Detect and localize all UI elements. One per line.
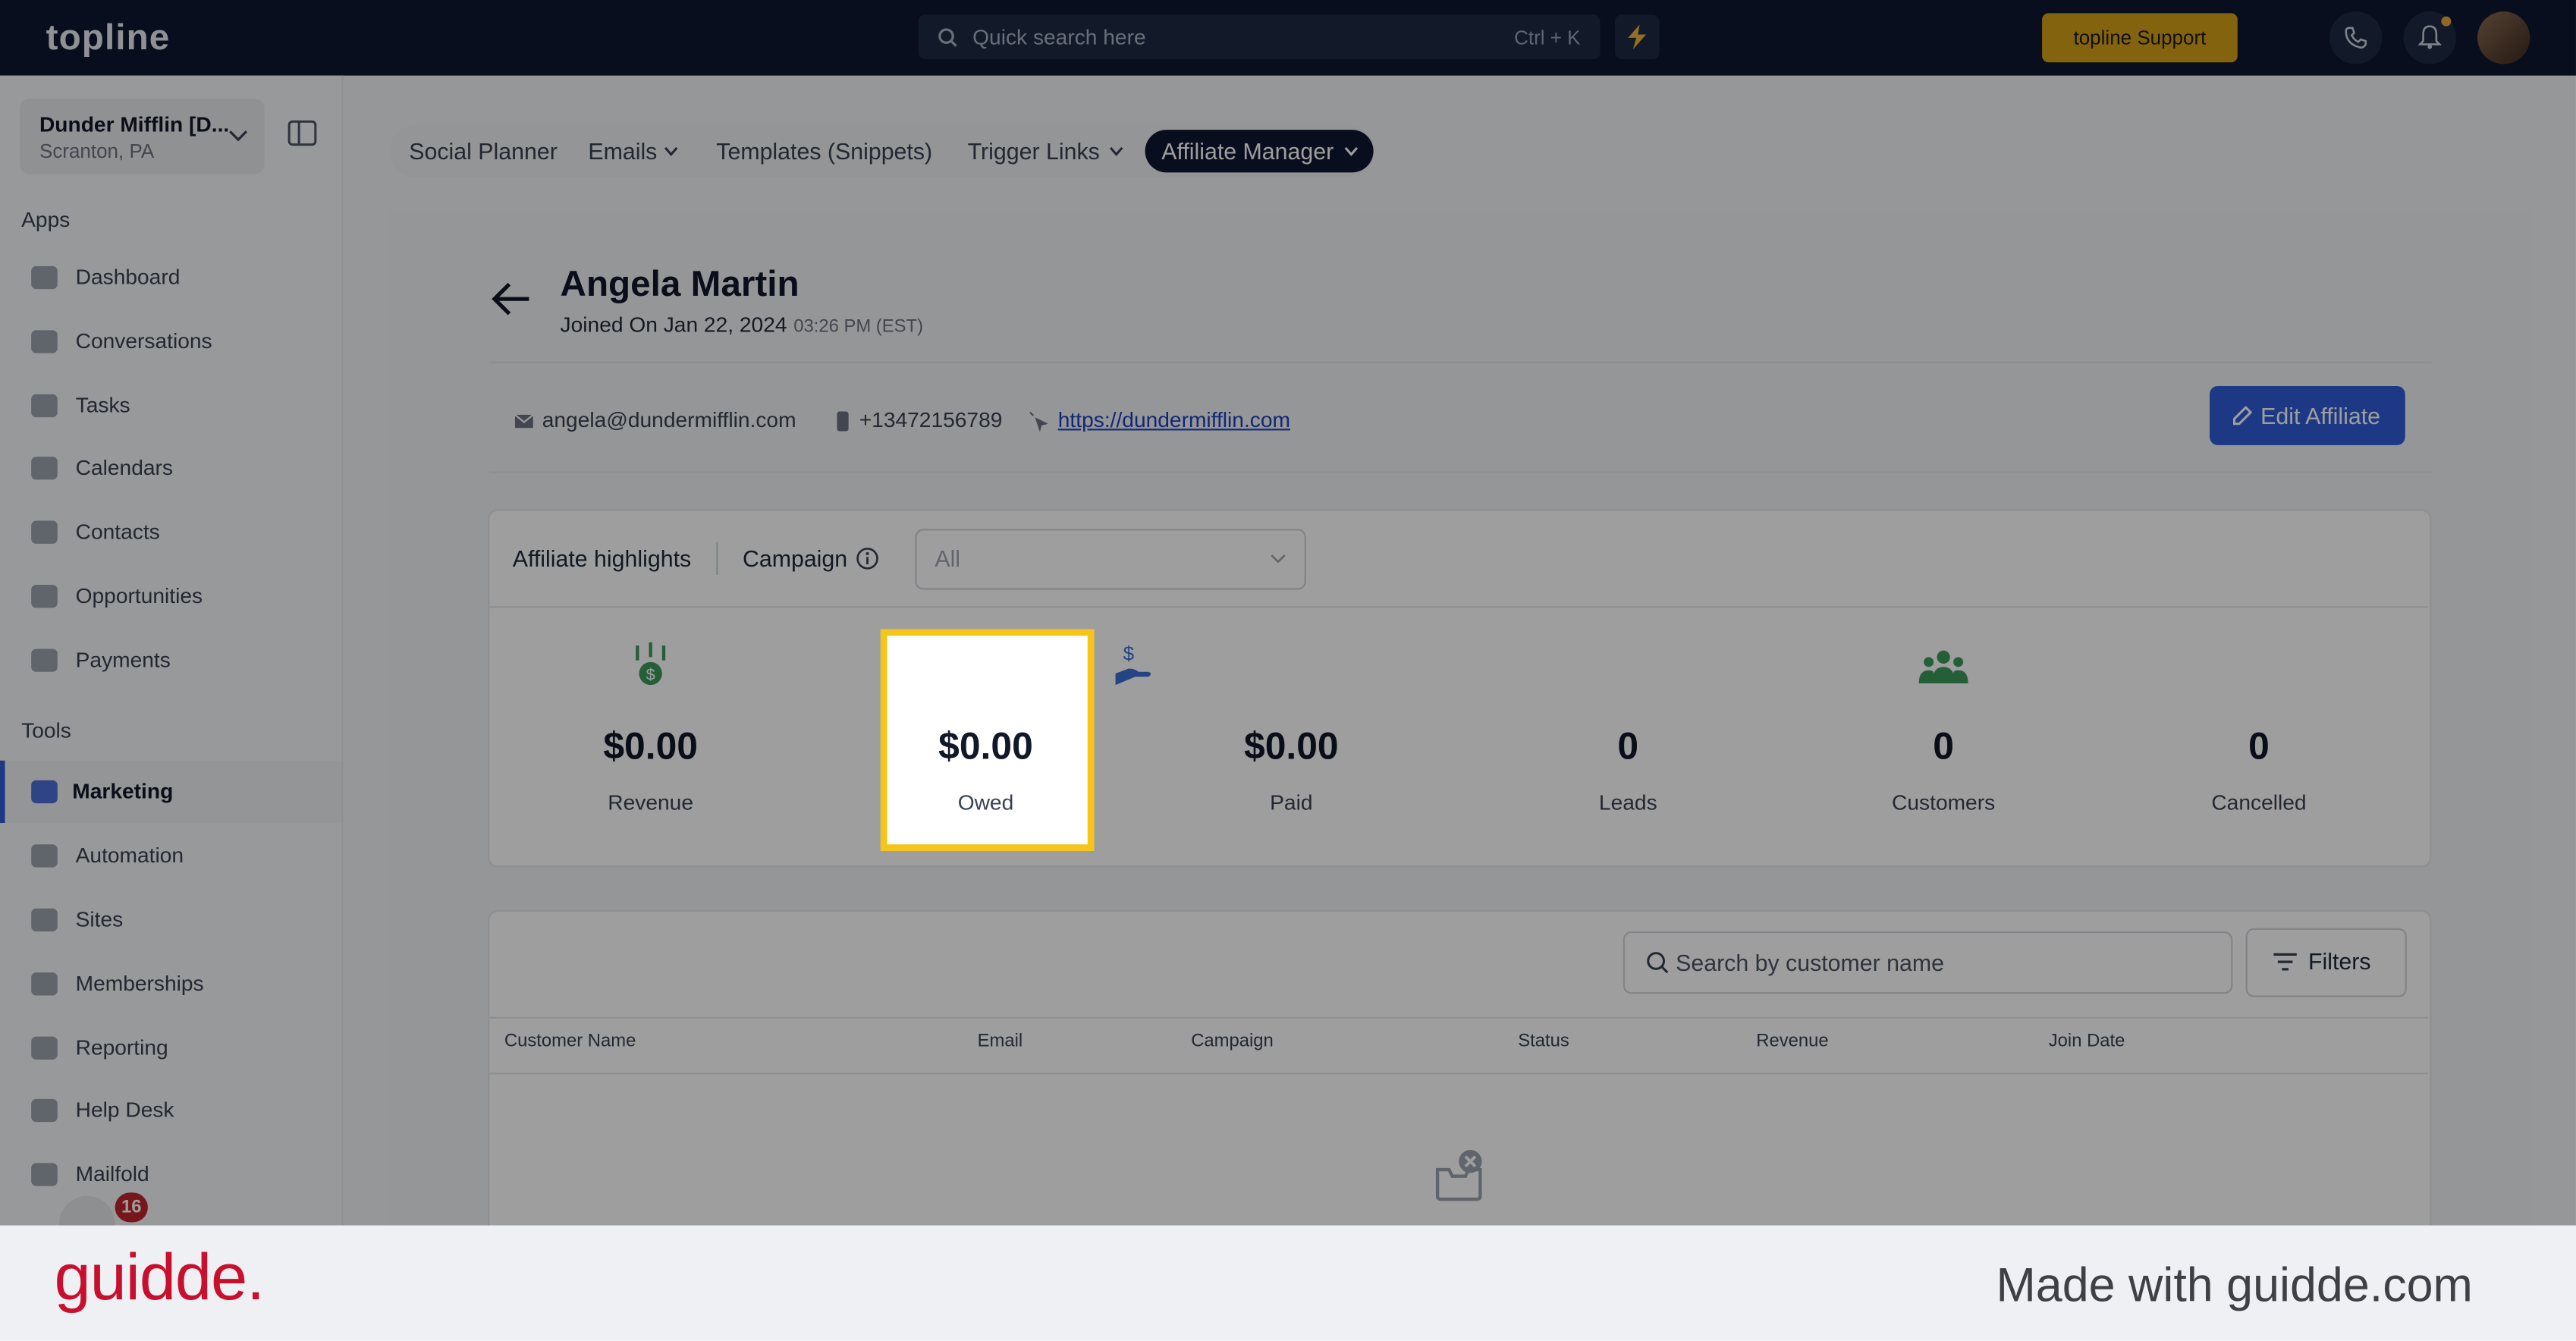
tutorial-overlay — [0, 0, 2576, 1226]
spotlight-owed-value: $0.00 — [938, 724, 1033, 768]
guidde-logo: guidde. — [54, 1242, 265, 1314]
made-with-text: Made with guidde.com — [1996, 1260, 2473, 1313]
owed-spotlight[interactable]: $0.00 Owed — [880, 629, 1095, 851]
spotlight-owed-label: Owed — [957, 790, 1014, 815]
